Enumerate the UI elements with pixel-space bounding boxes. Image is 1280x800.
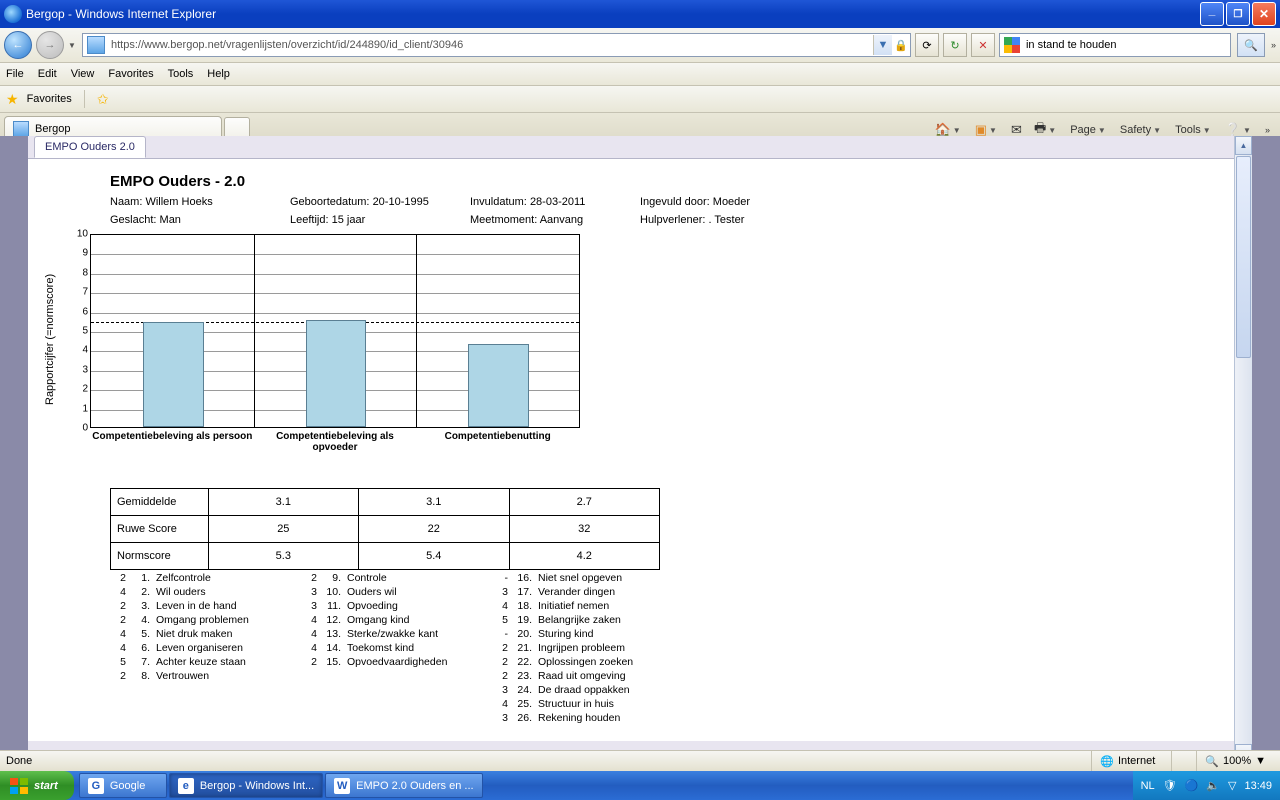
bar-2	[468, 344, 529, 427]
scroll-thumb[interactable]	[1236, 156, 1251, 358]
category-label: Competentiebeleving als opvoeder	[254, 427, 417, 453]
status-text: Done	[6, 755, 32, 767]
favorites-bar: ★ Favorites ✩	[0, 86, 1280, 113]
favorites-label[interactable]: Favorites	[27, 93, 72, 105]
bar-chart: Competentiebeleving als persoon Competent…	[60, 234, 580, 444]
window-titlebar: Bergop - Windows Internet Explorer	[0, 0, 1280, 28]
search-input[interactable]	[1024, 35, 1230, 55]
category-label: Competentiebeleving als persoon	[91, 427, 254, 442]
menu-favorites[interactable]: Favorites	[108, 68, 153, 80]
internet-icon: 🌐	[1100, 755, 1114, 768]
tab-page-icon	[13, 121, 29, 137]
item-scores: 21.Zelfcontrole42.Wil ouders23.Leven in …	[110, 569, 1220, 727]
tray-volume-icon[interactable]: 🔈	[1206, 779, 1220, 792]
tools-menu[interactable]: Tools▼	[1175, 124, 1213, 136]
search-go-button[interactable]: 🔍	[1237, 33, 1265, 57]
forward-button[interactable]: →	[36, 31, 64, 59]
lock-icon: 🔒	[892, 39, 910, 52]
minimize-button[interactable]	[1200, 2, 1224, 26]
taskbar: start GGoogleeBergop - Windows Int...WEM…	[0, 771, 1280, 800]
overflow-chevron[interactable]: »	[1271, 40, 1276, 50]
menu-help[interactable]: Help	[207, 68, 230, 80]
google-icon	[1004, 37, 1020, 53]
status-bar: Done 🌐Internet 🔍100% ▼	[0, 750, 1280, 771]
add-favorite-icon[interactable]: ✩	[97, 91, 109, 108]
report-title: EMPO Ouders - 2.0	[110, 173, 1220, 190]
menu-bar: File Edit View Favorites Tools Help	[0, 63, 1280, 86]
url-dropdown[interactable]: ▼	[873, 35, 892, 55]
protected-mode[interactable]	[1171, 751, 1188, 771]
menu-tools[interactable]: Tools	[168, 68, 194, 80]
safety-menu[interactable]: Safety▼	[1120, 124, 1163, 136]
page-icon	[87, 36, 105, 54]
nav-toolbar: ← → ▼ ▼ 🔒 ⟳ ↻ ✕ 🔍 »	[0, 28, 1280, 63]
system-tray[interactable]: NL 🛡 🔵 🔈 ▽ 13:49	[1133, 771, 1280, 800]
menu-view[interactable]: View	[71, 68, 95, 80]
clock[interactable]: 13:49	[1244, 780, 1272, 792]
scroll-up-button[interactable]: ▲	[1235, 136, 1252, 155]
report-tab-strip: EMPO Ouders 2.0	[28, 136, 1234, 159]
report-tab[interactable]: EMPO Ouders 2.0	[34, 136, 146, 158]
taskbar-button[interactable]: WEMPO 2.0 Ouders en ...	[325, 773, 482, 798]
page-menu[interactable]: Page▼	[1070, 124, 1108, 136]
url-input[interactable]	[109, 35, 873, 55]
zoom-control[interactable]: 🔍100% ▼	[1196, 751, 1274, 771]
report-body: EMPO Ouders - 2.0 Naam: Willem Hoeks Geb…	[28, 159, 1234, 741]
favorites-star-icon[interactable]: ★	[6, 91, 19, 108]
search-box[interactable]	[999, 33, 1231, 57]
tab-label: Bergop	[35, 123, 70, 135]
maximize-button[interactable]	[1226, 2, 1250, 26]
taskbar-button[interactable]: eBergop - Windows Int...	[169, 773, 323, 798]
tray-icon[interactable]: 🔵	[1185, 779, 1199, 792]
category-label: Competentiebenutting	[416, 427, 579, 442]
stop-button[interactable]: ✕	[971, 33, 995, 57]
close-button[interactable]	[1252, 2, 1276, 26]
taskbar-button[interactable]: GGoogle	[79, 773, 167, 798]
history-dropdown[interactable]: ▼	[68, 41, 78, 50]
chart-y-label: Rapportcijfer (=normscore)	[44, 234, 56, 444]
zoom-icon: 🔍	[1205, 755, 1219, 768]
menu-file[interactable]: File	[6, 68, 24, 80]
bar-0	[143, 322, 204, 427]
security-zone[interactable]: 🌐Internet	[1091, 751, 1163, 771]
back-button[interactable]: ←	[4, 31, 32, 59]
tray-icon[interactable]: 🛡	[1163, 779, 1177, 792]
compat-button[interactable]: ⟳	[915, 33, 939, 57]
bar-1	[306, 320, 367, 427]
menu-edit[interactable]: Edit	[38, 68, 57, 80]
start-button[interactable]: start	[0, 771, 74, 800]
tray-icon[interactable]: ▽	[1228, 779, 1236, 792]
refresh-button[interactable]: ↻	[943, 33, 967, 57]
summary-table: Gemiddelde3.13.12.7Ruwe Score252232Norms…	[110, 488, 660, 570]
window-title: Bergop - Windows Internet Explorer	[26, 7, 216, 21]
address-bar[interactable]: ▼ 🔒	[82, 33, 911, 57]
vertical-scrollbar[interactable]: ▲ ▼	[1234, 136, 1252, 763]
language-indicator[interactable]: NL	[1141, 780, 1155, 792]
cmdbar-overflow[interactable]: »	[1265, 125, 1270, 135]
ie-icon	[4, 5, 22, 23]
windows-logo-icon	[10, 778, 28, 794]
